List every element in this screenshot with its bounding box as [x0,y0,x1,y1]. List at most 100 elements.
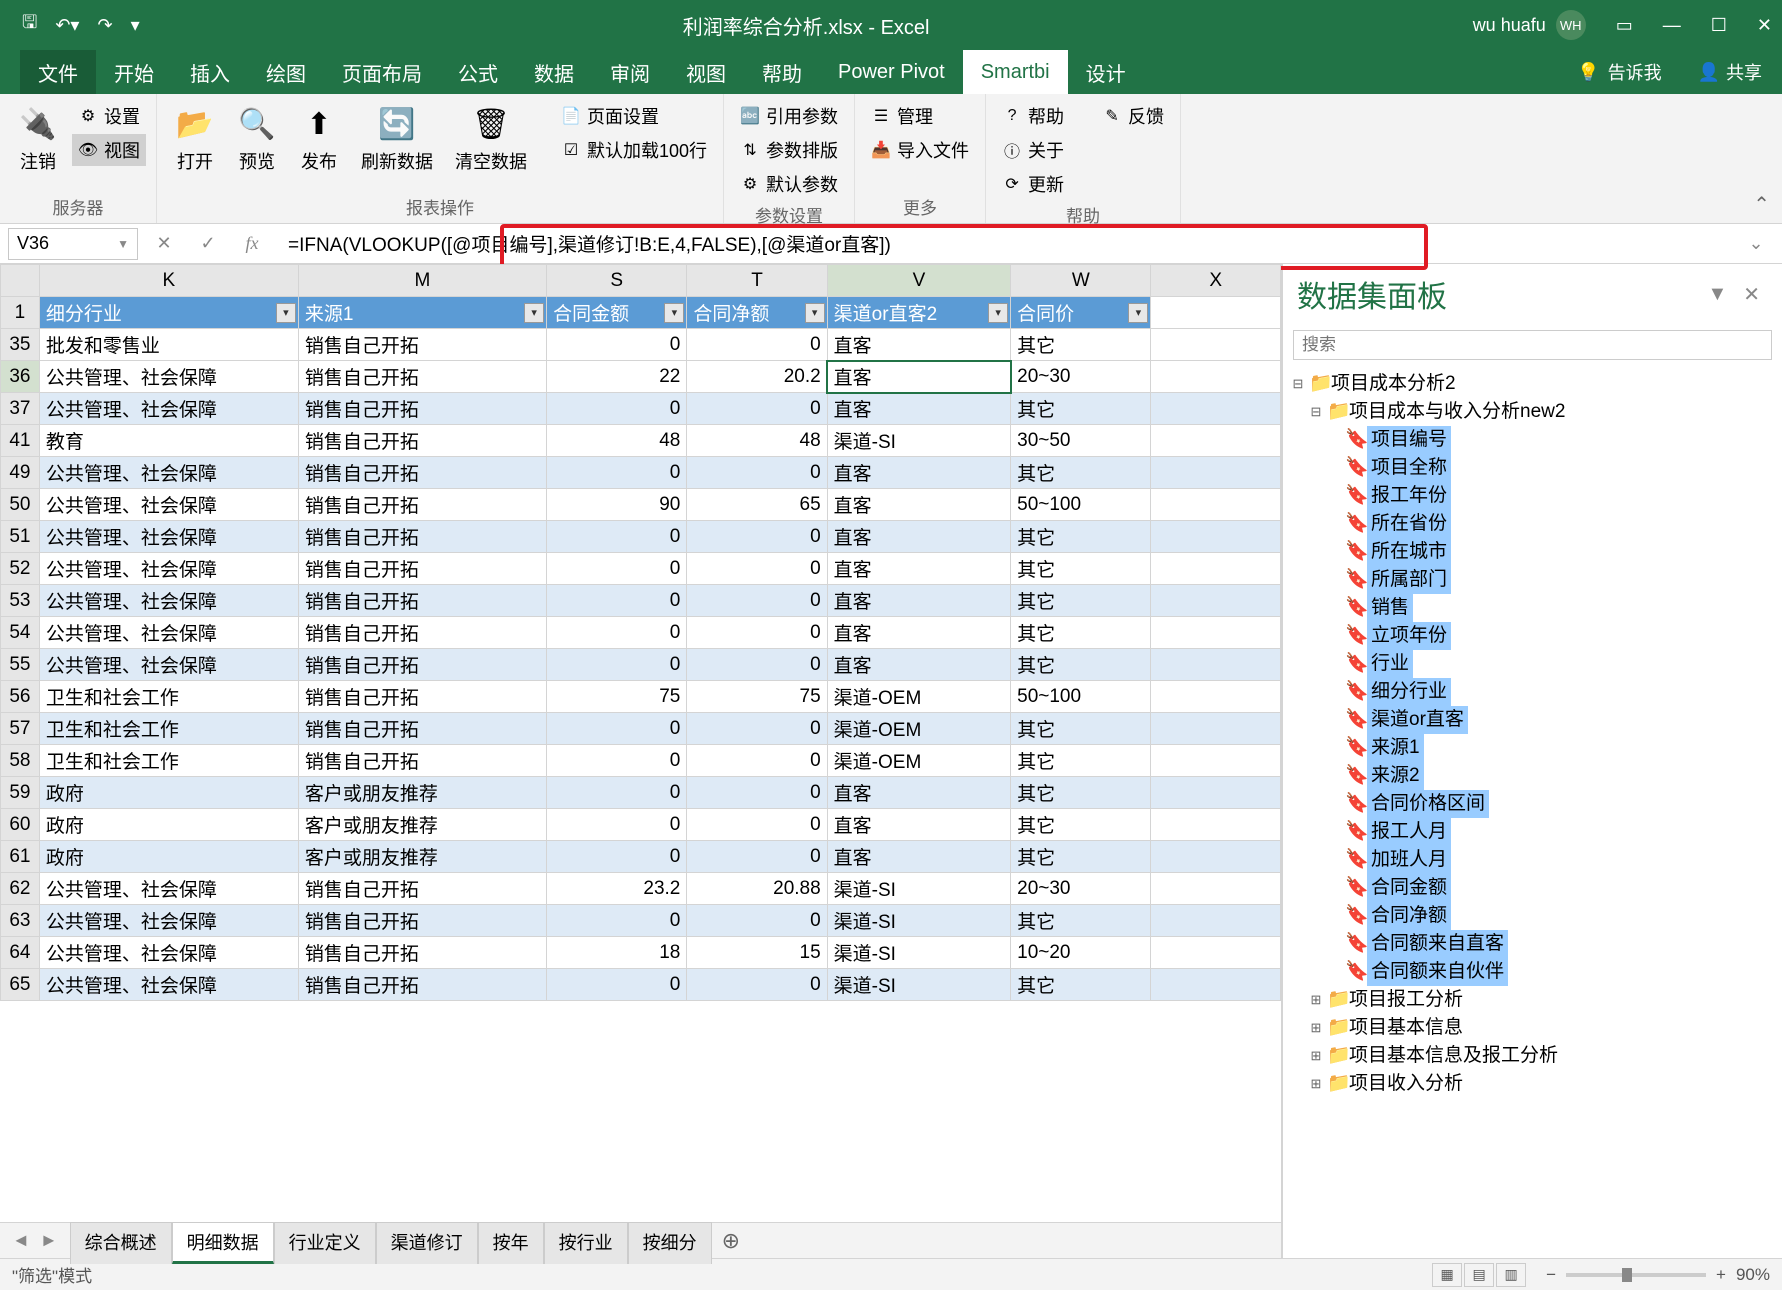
cell[interactable]: 销售自己开拓 [298,681,546,713]
cell[interactable]: 渠道-SI [827,425,1010,457]
row-header-60[interactable]: 60 [1,809,40,841]
col-header-S[interactable]: S [547,265,687,297]
zoom-level[interactable]: 90% [1736,1265,1770,1285]
cell[interactable]: 15 [687,937,827,969]
cell[interactable]: 0 [547,745,687,777]
ribbon-设置[interactable]: ⚙设置 [72,100,146,132]
view-pagebreak-icon[interactable]: ▥ [1496,1263,1526,1287]
collapse-ribbon-icon[interactable]: ⌃ [1741,186,1782,223]
table-header[interactable]: 合同金额▾ [547,297,687,329]
table-header[interactable]: 合同净额▾ [687,297,827,329]
cell[interactable]: 销售自己开拓 [298,329,546,361]
minimize-icon[interactable]: — [1663,15,1681,36]
cell[interactable]: 公共管理、社会保障 [39,521,298,553]
cell[interactable]: 50~100 [1011,681,1151,713]
view-normal-icon[interactable]: ▦ [1432,1263,1462,1287]
menu-tab-审阅[interactable]: 审阅 [592,50,668,94]
cell[interactable]: 渠道-SI [827,969,1010,1001]
sheet-tab-渠道修订[interactable]: 渠道修订 [376,1222,478,1264]
cell[interactable]: 销售自己开拓 [298,457,546,489]
ribbon-反馈[interactable]: ✎反馈 [1096,100,1170,132]
cell[interactable]: 0 [687,969,827,1001]
row-header-62[interactable]: 62 [1,873,40,905]
cell[interactable]: 其它 [1011,777,1151,809]
cell[interactable]: 销售自己开拓 [298,361,546,393]
cell[interactable]: 0 [687,777,827,809]
cell[interactable]: 48 [687,425,827,457]
cell[interactable]: 0 [687,521,827,553]
filter-icon[interactable]: ▾ [1128,303,1148,323]
row-header-63[interactable]: 63 [1,905,40,937]
cell[interactable]: 公共管理、社会保障 [39,649,298,681]
cell[interactable]: 0 [547,841,687,873]
cell[interactable]: 0 [547,457,687,489]
cell[interactable]: 卫生和社会工作 [39,713,298,745]
cell[interactable]: 0 [547,393,687,425]
tree-node[interactable]: ⊟📁项目成本与收入分析new2 [1291,398,1774,426]
sheet-nav-next-icon[interactable]: ► [40,1230,58,1251]
cell[interactable]: 75 [687,681,827,713]
tree-node[interactable]: 🔖合同净额 [1291,902,1774,930]
cell[interactable]: 客户或朋友推荐 [298,841,546,873]
cell[interactable]: 其它 [1011,553,1151,585]
sheet-tab-按细分[interactable]: 按细分 [628,1222,712,1264]
cell[interactable]: 公共管理、社会保障 [39,617,298,649]
ribbon-刷新数据[interactable]: 🔄刷新数据 [353,100,441,178]
sheet-tab-按年[interactable]: 按年 [478,1222,544,1264]
cell[interactable]: 销售自己开拓 [298,873,546,905]
table-header[interactable]: 合同价▾ [1011,297,1151,329]
cell[interactable]: 直客 [827,809,1010,841]
cell[interactable]: 其它 [1011,841,1151,873]
cell[interactable]: 公共管理、社会保障 [39,553,298,585]
ribbon-引用参数[interactable]: 🔤引用参数 [734,100,844,132]
cell[interactable]: 客户或朋友推荐 [298,809,546,841]
formula-input[interactable] [278,228,1730,260]
row-header-64[interactable]: 64 [1,937,40,969]
cell[interactable]: 10~20 [1011,937,1151,969]
cell[interactable]: 其它 [1011,969,1151,1001]
expand-icon[interactable]: ⊟ [1309,398,1323,426]
cell[interactable]: 公共管理、社会保障 [39,457,298,489]
expand-formula-icon[interactable]: ⌄ [1738,228,1774,260]
cell[interactable]: 0 [687,617,827,649]
enter-formula-icon[interactable]: ✓ [190,228,226,260]
cell[interactable]: 销售自己开拓 [298,425,546,457]
cell[interactable]: 渠道-SI [827,937,1010,969]
menu-tab-页面布局[interactable]: 页面布局 [324,50,440,94]
cell[interactable]: 公共管理、社会保障 [39,937,298,969]
zoom-out-icon[interactable]: − [1546,1265,1556,1285]
cell[interactable]: 50~100 [1011,489,1151,521]
cell[interactable]: 0 [547,521,687,553]
filter-icon[interactable]: ▾ [805,303,825,323]
cell[interactable]: 销售自己开拓 [298,969,546,1001]
tree-node[interactable]: ⊞📁项目报工分析 [1291,986,1774,1014]
cell[interactable]: 0 [687,585,827,617]
row-header-36[interactable]: 36 [1,361,40,393]
redo-icon[interactable]: ↷ [97,15,112,36]
tree-node[interactable]: 🔖报工年份 [1291,482,1774,510]
tree-node[interactable]: 🔖所在城市 [1291,538,1774,566]
menu-tab-帮助[interactable]: 帮助 [744,50,820,94]
cell[interactable]: 政府 [39,841,298,873]
row-header-65[interactable]: 65 [1,969,40,1001]
cell[interactable]: 其它 [1011,617,1151,649]
tree-node[interactable]: 🔖所在省份 [1291,510,1774,538]
close-icon[interactable]: ✕ [1757,15,1772,36]
tree-node[interactable]: 🔖合同额来自伙伴 [1291,958,1774,986]
maximize-icon[interactable]: ☐ [1711,15,1727,36]
sheet-tab-按行业[interactable]: 按行业 [544,1222,628,1264]
ribbon-导入文件[interactable]: 📥导入文件 [865,134,975,166]
tree-node[interactable]: 🔖来源1 [1291,734,1774,762]
share-button[interactable]: 👤共享 [1678,50,1782,94]
cell[interactable]: 其它 [1011,809,1151,841]
ribbon-默认加载100行[interactable]: ☑默认加载100行 [555,134,713,166]
menu-tab-文件[interactable]: 文件 [20,50,96,94]
cell[interactable]: 0 [547,969,687,1001]
cell[interactable]: 公共管理、社会保障 [39,489,298,521]
tree-node[interactable]: 🔖行业 [1291,650,1774,678]
menu-tab-插入[interactable]: 插入 [172,50,248,94]
tree-node[interactable]: ⊞📁项目基本信息及报工分析 [1291,1042,1774,1070]
expand-icon[interactable]: ⊞ [1309,986,1323,1014]
col-header-M[interactable]: M [298,265,546,297]
expand-icon[interactable]: ⊞ [1309,1070,1323,1098]
